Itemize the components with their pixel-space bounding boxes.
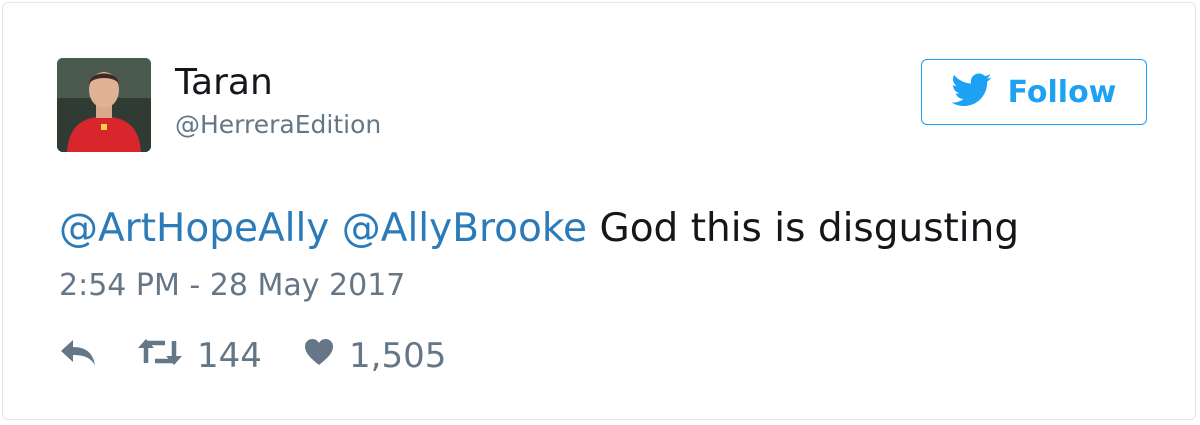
like-button[interactable]: 1,505 [303, 333, 446, 379]
reply-icon [59, 333, 97, 379]
follow-label: Follow [1007, 74, 1117, 110]
retweet-count: 144 [197, 336, 262, 376]
mention-link[interactable]: @ArtHopeAlly [59, 206, 329, 251]
tweet-body: God this is disgusting [599, 206, 1020, 251]
avatar[interactable] [57, 58, 151, 152]
tweet-actions: 144 1,505 [59, 333, 446, 379]
follow-button[interactable]: Follow [921, 59, 1147, 125]
tweet-card: Taran @HerreraEdition Follow @ArtHopeAll… [2, 2, 1196, 420]
author-handle[interactable]: @HerreraEdition [175, 109, 381, 141]
twitter-bird-icon [950, 73, 992, 111]
mention-link[interactable]: @AllyBrooke [342, 206, 587, 251]
reply-button[interactable] [59, 333, 137, 379]
tweet-text: @ArtHopeAlly @AllyBrooke God this is dis… [59, 203, 1019, 255]
tweet-timestamp[interactable]: 2:54 PM - 28 May 2017 [59, 265, 405, 307]
author-name[interactable]: Taran [175, 61, 273, 105]
retweet-icon [137, 333, 183, 379]
heart-icon [303, 333, 335, 379]
avatar-image [57, 58, 151, 152]
retweet-button[interactable]: 144 [137, 333, 303, 379]
like-count: 1,505 [349, 336, 447, 376]
